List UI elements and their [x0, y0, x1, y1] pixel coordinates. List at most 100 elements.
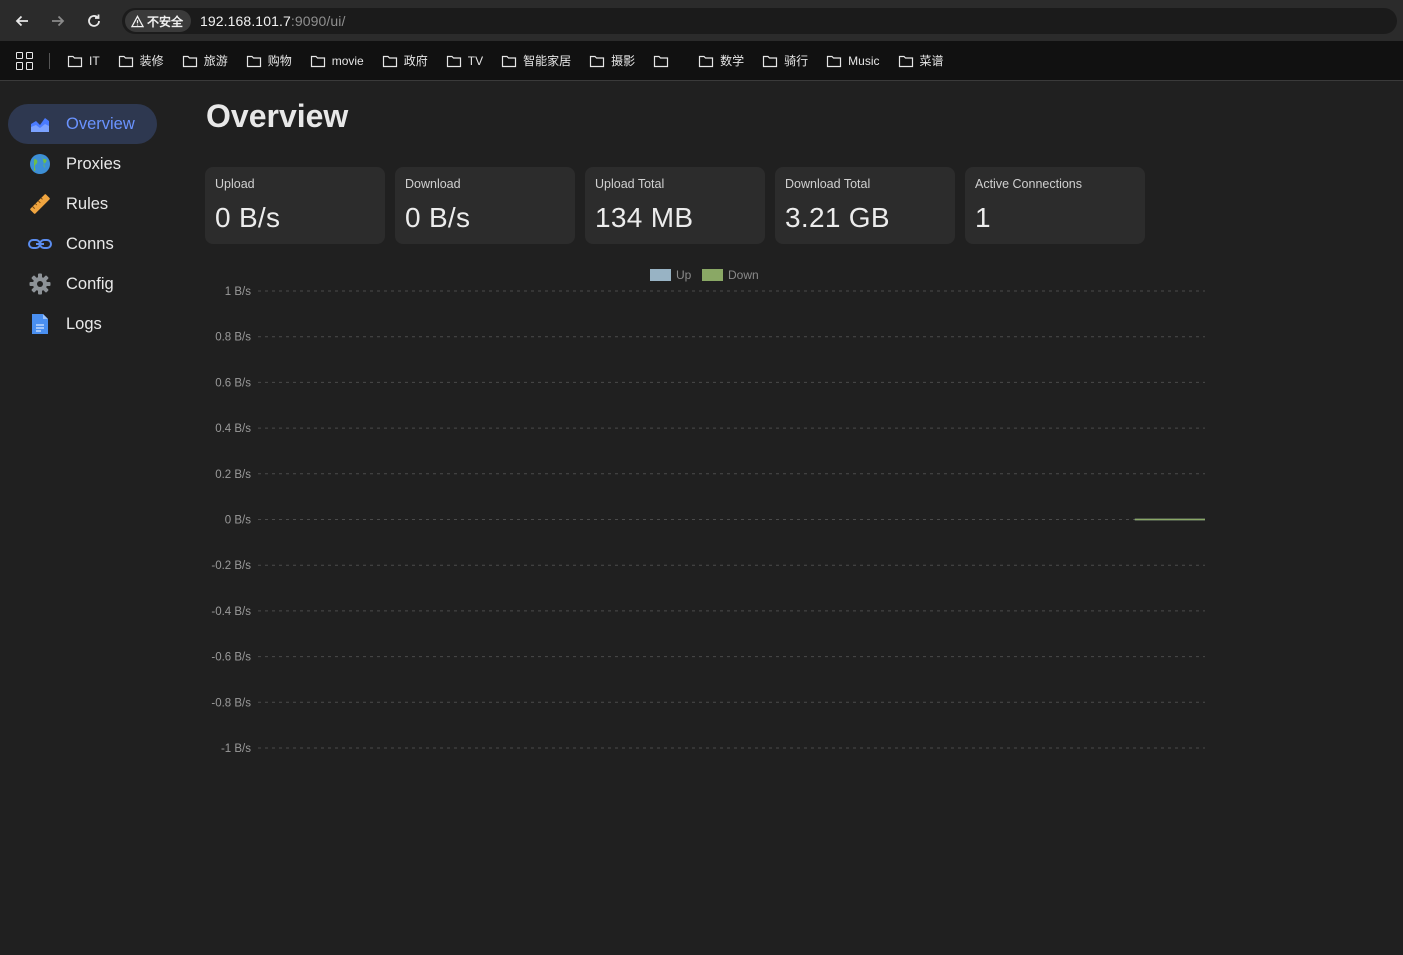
folder-icon	[501, 55, 517, 67]
area-chart-icon	[28, 112, 52, 136]
card-label: Download Total	[785, 177, 871, 191]
bookmark-folder[interactable]: 数学	[689, 47, 753, 75]
bookmark-folder[interactable]: 骑行	[753, 47, 817, 75]
y-tick-label: -0.8 B/s	[211, 697, 251, 709]
y-tick-label: 0.4 B/s	[215, 423, 251, 435]
folder-icon	[898, 55, 913, 67]
legend-label: Down	[728, 268, 759, 282]
page-title: Overview	[206, 98, 349, 134]
gear-icon	[28, 272, 52, 296]
security-chip[interactable]: 不安全	[125, 10, 192, 32]
card-label: Upload Total	[595, 177, 665, 191]
bookmark-label: IT	[89, 53, 100, 68]
folder-icon	[763, 55, 778, 67]
bookmark-label: 购物	[267, 54, 292, 68]
bookmark-label: 数学	[720, 54, 745, 68]
url-text[interactable]: 192.168.101.7:9090/ui/	[200, 13, 345, 29]
bookmark-folder[interactable]: TV	[437, 47, 492, 75]
y-tick-label: -0.6 B/s	[211, 652, 251, 664]
warning-icon	[131, 14, 144, 27]
bookmark-folder[interactable]: 购物	[237, 47, 301, 75]
card-label: Download	[405, 177, 461, 191]
traffic-chart: 1 B/s 0.8 B/s 0.6 B/s 0.4 B/s 0.2 B/s 0 B/s -0…	[211, 268, 1205, 755]
sidebar-item-label: Overview	[66, 114, 135, 133]
sidebar-item-rules[interactable]: Rules	[8, 184, 157, 224]
forward-button[interactable]	[40, 0, 76, 41]
upload-total-card: Upload Total 134 MB	[585, 167, 765, 244]
globe-icon	[28, 152, 52, 176]
bookmark-folder[interactable]: IT	[58, 47, 109, 75]
download-speed-card: Download 0 B/s	[395, 167, 575, 244]
bookmark-label: Music	[848, 53, 880, 68]
arrow-left-icon	[15, 15, 28, 26]
sidebar-item-proxies[interactable]: Proxies	[8, 144, 157, 184]
bookmark-label: 旅游	[203, 54, 228, 68]
folder-icon	[67, 55, 83, 67]
y-tick-label: -0.2 B/s	[211, 560, 251, 572]
bookmarks-bar: IT 装修 旅游 购物 movie 政府 TV 智能家居 摄影 数学 骑行 Music 菜谱	[0, 41, 1403, 81]
bookmark-label: 骑行	[784, 54, 809, 68]
folder-icon	[699, 55, 714, 67]
y-tick-label: 1 B/s	[225, 286, 251, 298]
security-chip-label: 不安全	[147, 14, 184, 29]
card-value: 134 MB	[595, 202, 694, 233]
card-label: Active Connections	[975, 177, 1083, 191]
bookmark-folder[interactable]: movie	[301, 47, 373, 75]
sidebar-item-label: Config	[66, 274, 114, 293]
bookmark-folder[interactable]: 智能家居	[492, 47, 580, 75]
sidebar-item-conns[interactable]: Conns	[8, 224, 157, 264]
folder-icon	[118, 55, 133, 67]
url-path: :9090/ui/	[290, 13, 346, 29]
bookmark-label: movie	[331, 53, 364, 68]
bookmark-folder[interactable]: 装修	[109, 47, 173, 75]
y-tick-label: 0.8 B/s	[215, 332, 251, 344]
y-tick-label: 0 B/s	[225, 515, 251, 527]
card-value: 1	[975, 202, 991, 233]
ruler-icon	[28, 192, 52, 216]
reload-button[interactable]	[76, 0, 112, 41]
bookmark-folder[interactable]: 旅游	[173, 47, 237, 75]
y-tick-label: -1 B/s	[221, 743, 251, 755]
folder-icon	[446, 55, 461, 67]
url-host: 192.168.101.7	[200, 13, 291, 29]
bookmark-list: IT 装修 旅游 购物 movie 政府 TV 智能家居 摄影 数学 骑行 Music 菜谱	[58, 47, 953, 75]
folder-icon	[310, 55, 325, 67]
bookmark-label: 摄影	[611, 54, 636, 68]
sidebar-item-overview[interactable]: Overview	[8, 104, 157, 144]
upload-speed-card: Upload 0 B/s	[205, 167, 385, 244]
arrow-right-icon	[52, 15, 65, 26]
sidebar-item-label: Rules	[66, 194, 109, 213]
active-connections-card: Active Connections 1	[965, 167, 1145, 244]
folder-icon	[182, 55, 197, 67]
document-icon	[28, 312, 52, 336]
folder-icon	[246, 55, 261, 67]
folder-icon	[654, 55, 669, 67]
bookmark-label: 菜谱	[919, 54, 944, 68]
y-tick-label: -0.4 B/s	[211, 606, 251, 618]
card-value: 0 B/s	[215, 202, 281, 233]
bookmark-folder[interactable]	[644, 47, 689, 75]
y-tick-label: 0.6 B/s	[215, 377, 251, 389]
card-label: Upload	[215, 177, 255, 191]
bookmark-label: 装修	[139, 54, 164, 68]
y-tick-label: 0.2 B/s	[215, 469, 251, 481]
sidebar-item-label: Conns	[66, 234, 114, 253]
sidebar-item-label: Logs	[66, 314, 102, 333]
sidebar-item-config[interactable]: Config	[8, 264, 157, 304]
bookmark-folder[interactable]: Music	[817, 47, 888, 75]
bookmark-label: 政府	[403, 54, 428, 68]
link-icon	[28, 232, 52, 256]
folder-icon	[590, 55, 605, 67]
folder-icon	[827, 55, 842, 67]
apps-grid-icon[interactable]	[16, 51, 34, 70]
sidebar-item-label: Proxies	[66, 154, 122, 173]
sidebar-item-logs[interactable]: Logs	[8, 304, 157, 344]
address-bar[interactable]: 不安全 192.168.101.7:9090/ui/	[122, 8, 1397, 34]
bookmark-folder[interactable]: 摄影	[580, 47, 644, 75]
back-button[interactable]	[4, 0, 40, 41]
legend-swatch	[702, 269, 723, 281]
bookmark-label: 智能家居	[523, 54, 572, 68]
bookmark-folder[interactable]: 政府	[373, 47, 437, 75]
bookmark-folder[interactable]: 菜谱	[889, 47, 953, 75]
legend-label: Up	[676, 268, 692, 282]
